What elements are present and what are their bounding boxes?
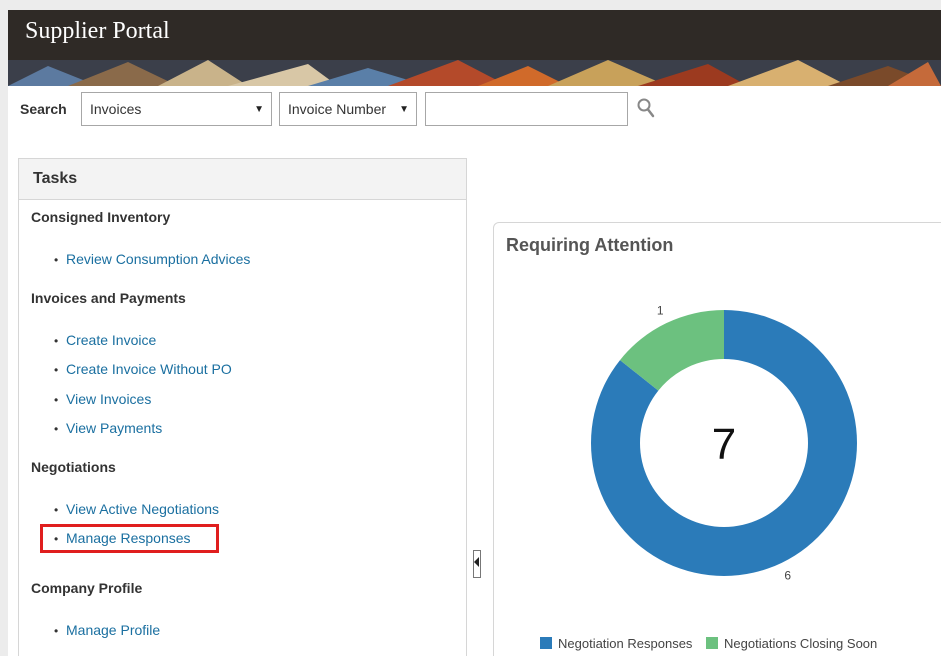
bullet-icon: • xyxy=(54,422,59,436)
group-company-profile: Company Profile xyxy=(31,580,143,596)
tasks-panel-header: Tasks xyxy=(19,159,466,200)
task-view-invoices[interactable]: View Invoices xyxy=(66,391,151,407)
group-invoices-payments: Invoices and Payments xyxy=(31,290,186,306)
bullet-icon: • xyxy=(54,624,59,638)
search-label: Search xyxy=(20,101,67,117)
bullet-icon: • xyxy=(54,363,59,377)
search-attribute-select[interactable]: Invoice Number ▼ xyxy=(279,92,417,126)
requiring-attention-title: Requiring Attention xyxy=(506,235,674,255)
bullet-icon: • xyxy=(54,334,59,348)
decorative-banner xyxy=(8,60,941,86)
task-create-invoice-without-po[interactable]: Create Invoice Without PO xyxy=(66,361,232,377)
slice-value-label: 1 xyxy=(657,304,664,318)
search-icon[interactable] xyxy=(636,97,656,119)
task-view-active-negotiations[interactable]: View Active Negotiations xyxy=(66,501,219,517)
donut-total-label: 7 xyxy=(712,420,736,469)
legend-item-closing-soon[interactable]: Negotiations Closing Soon xyxy=(706,636,877,651)
task-view-payments[interactable]: View Payments xyxy=(66,420,162,436)
portal-title: Supplier Portal xyxy=(25,18,170,44)
task-review-consumption-advices[interactable]: Review Consumption Advices xyxy=(66,251,250,267)
legend-swatch xyxy=(706,637,719,649)
donut-chart[interactable]: 6 1 7 xyxy=(574,293,874,593)
legend-item-responses[interactable]: Negotiation Responses xyxy=(540,636,692,651)
bullet-icon: • xyxy=(54,393,59,407)
dropdown-arrow-icon: ▼ xyxy=(399,104,409,115)
panel-splitter[interactable] xyxy=(473,550,481,578)
search-object-value: Invoices xyxy=(90,101,142,117)
group-consigned-inventory: Consigned Inventory xyxy=(31,209,171,225)
app-frame: Supplier Portal Search Invoices ▼ Invoic… xyxy=(8,10,941,656)
chart-legend: Negotiation Responses Negotiations Closi… xyxy=(540,636,887,651)
task-manage-profile[interactable]: Manage Profile xyxy=(66,622,160,638)
legend-label: Negotiations Closing Soon xyxy=(724,636,878,651)
requiring-attention-panel: Requiring Attention 6 1 7 Negotiation Resp… xyxy=(493,222,941,656)
bullet-icon: • xyxy=(54,503,59,517)
collapse-left-icon xyxy=(474,557,479,567)
page-header: Supplier Portal xyxy=(8,10,941,86)
task-create-invoice[interactable]: Create Invoice xyxy=(66,332,156,348)
tasks-panel: Tasks Consigned Inventory • Review Consu… xyxy=(18,158,467,656)
bullet-icon: • xyxy=(54,253,59,267)
dropdown-arrow-icon: ▼ xyxy=(254,104,264,115)
tasks-title: Tasks xyxy=(33,170,78,187)
legend-label: Negotiation Responses xyxy=(558,636,693,651)
legend-swatch xyxy=(540,637,552,649)
slice-value-label: 6 xyxy=(784,568,791,582)
search-object-select[interactable]: Invoices ▼ xyxy=(81,92,272,126)
search-attribute-value: Invoice Number xyxy=(288,101,387,117)
search-input[interactable] xyxy=(425,92,628,126)
search-bar: Search Invoices ▼ Invoice Number ▼ xyxy=(8,92,941,132)
group-negotiations: Negotiations xyxy=(31,459,116,475)
highlight-box xyxy=(40,524,219,553)
